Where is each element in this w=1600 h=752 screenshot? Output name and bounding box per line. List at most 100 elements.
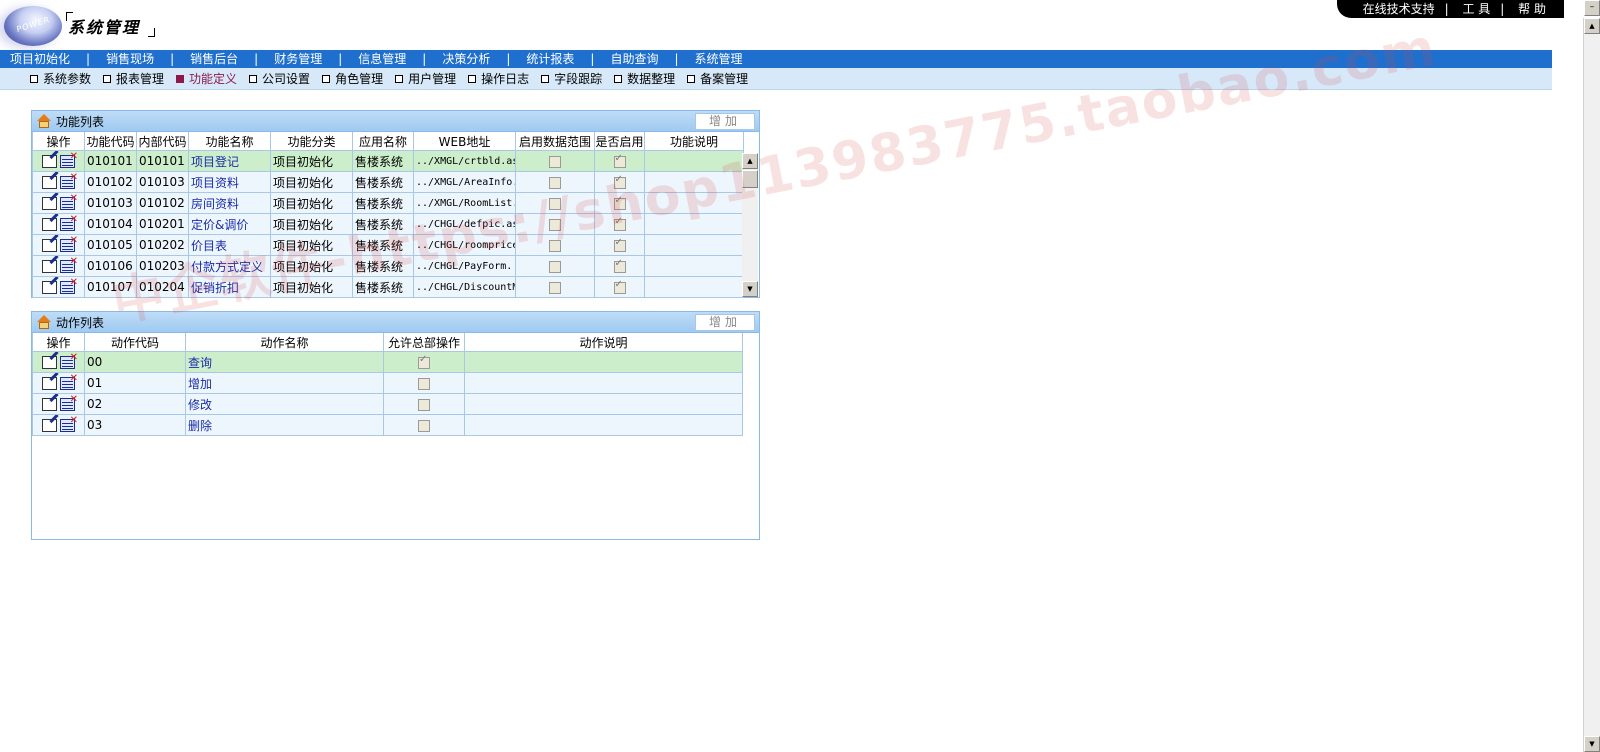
allow-hq-checkbox[interactable] <box>418 398 430 411</box>
sub-nav-item[interactable]: 字段跟踪 <box>541 70 602 87</box>
enabled-checkbox[interactable] <box>613 195 626 210</box>
edit-icon[interactable] <box>42 259 57 273</box>
table-row[interactable]: 010102010103项目资料 项目初始化售楼系统../XMGL/AreaInf… <box>32 171 744 193</box>
table-row[interactable]: 02修改 <box>32 393 743 415</box>
add-action-button[interactable]: 增加 <box>695 314 755 331</box>
action-name-link[interactable]: 查询 <box>188 356 212 370</box>
function-name-cell: 项目登记 <box>188 150 271 172</box>
scroll-down-arrow-icon[interactable]: ▼ <box>1584 736 1600 752</box>
function-scroll-down-icon[interactable]: ▼ <box>742 281 758 297</box>
data-range-checkbox[interactable] <box>549 239 561 252</box>
function-name-link[interactable]: 付款方式定义 <box>191 260 263 274</box>
function-table-scrollbar[interactable]: ▲ ▼ <box>742 153 758 297</box>
sub-nav-item[interactable]: 数据整理 <box>614 70 675 87</box>
edit-icon[interactable] <box>42 280 57 294</box>
delete-icon[interactable] <box>60 215 78 231</box>
function-name-link[interactable]: 项目资料 <box>191 176 239 190</box>
delete-icon[interactable] <box>60 278 78 294</box>
main-nav-item[interactable]: 统计报表 <box>516 50 584 68</box>
table-row[interactable]: 010106010203付款方式定义项目初始化售楼系统../CHGL/PayFo… <box>32 255 744 277</box>
tools-link[interactable]: 工 具 <box>1462 2 1490 16</box>
table-row[interactable]: 010105010202价目表 项目初始化售楼系统../CHGL/roompric… <box>32 234 744 256</box>
main-nav-item[interactable]: 决策分析 <box>432 50 500 68</box>
scroll-up-arrow-icon[interactable]: ▲ <box>1584 18 1600 34</box>
edit-icon[interactable] <box>42 418 57 432</box>
edit-icon[interactable] <box>42 196 57 210</box>
delete-icon[interactable] <box>60 395 78 411</box>
delete-icon[interactable] <box>60 257 78 273</box>
square-bullet-icon <box>687 74 696 83</box>
table-row[interactable]: 010104010201定价&调价 项目初始化售楼系统../CHGL/defpic… <box>32 213 744 235</box>
delete-icon[interactable] <box>60 152 78 168</box>
enabled-checkbox[interactable] <box>613 153 626 168</box>
function-name-link[interactable]: 价目表 <box>191 239 227 253</box>
sub-nav-item[interactable]: 操作日志 <box>468 70 529 87</box>
function-name-link[interactable]: 定价&调价 <box>191 218 248 232</box>
sub-nav-item[interactable]: 用户管理 <box>395 70 456 87</box>
data-range-checkbox[interactable] <box>549 260 561 273</box>
main-nav-item[interactable]: 财务管理 <box>264 50 332 68</box>
delete-icon[interactable] <box>60 374 78 390</box>
function-code: 010101 <box>84 150 137 172</box>
sub-nav-item[interactable]: 角色管理 <box>322 70 383 87</box>
function-scroll-up-icon[interactable]: ▲ <box>742 153 758 169</box>
delete-icon[interactable] <box>60 194 78 210</box>
enabled-checkbox[interactable] <box>613 279 626 294</box>
data-range-checkbox[interactable] <box>549 155 561 168</box>
table-row[interactable]: 03删除 <box>32 414 743 436</box>
function-name-link[interactable]: 项目登记 <box>191 155 239 169</box>
edit-icon[interactable] <box>42 154 57 168</box>
window-minimize-button[interactable]: – <box>1584 0 1600 16</box>
edit-icon[interactable] <box>42 217 57 231</box>
main-nav-item[interactable]: 信息管理 <box>348 50 416 68</box>
add-function-button[interactable]: 增加 <box>695 113 755 130</box>
sub-nav-item[interactable]: 系统参数 <box>30 70 91 87</box>
table-row[interactable]: 010107010204促销折扣 项目初始化售楼系统../CHGL/Discoun… <box>32 276 744 298</box>
delete-icon[interactable] <box>60 353 78 369</box>
data-range-checkbox[interactable] <box>549 176 561 189</box>
function-name-link[interactable]: 房间资料 <box>191 197 239 211</box>
table-row[interactable]: 010101010101项目登记项目初始化售楼系统../XMGL/crtbld.… <box>32 150 744 172</box>
main-nav-item[interactable]: 项目初始化 <box>0 50 80 68</box>
page-scrollbar[interactable]: ▲ ▼ <box>1583 18 1600 752</box>
sub-nav-item[interactable]: 报表管理 <box>103 70 164 87</box>
enabled-checkbox[interactable] <box>613 258 626 273</box>
delete-icon[interactable] <box>60 173 78 189</box>
action-name-link[interactable]: 增加 <box>188 377 212 391</box>
edit-icon[interactable] <box>42 376 57 390</box>
edit-icon[interactable] <box>42 397 57 411</box>
action-name-link[interactable]: 修改 <box>188 398 212 412</box>
allow-hq-checkbox[interactable] <box>418 377 430 390</box>
table-row[interactable]: 010103010102房间资料 项目初始化售楼系统../XMGL/RoomLis… <box>32 192 744 214</box>
main-nav-item[interactable]: 销售现场 <box>96 50 164 68</box>
data-range-checkbox[interactable] <box>549 197 561 210</box>
help-link[interactable]: 帮 助 <box>1518 2 1546 16</box>
data-range-checkbox[interactable] <box>549 281 561 294</box>
action-name-link[interactable]: 删除 <box>188 419 212 433</box>
sub-nav-item[interactable]: 功能定义 <box>176 70 237 87</box>
enabled-checkbox[interactable] <box>613 237 626 252</box>
main-nav-item[interactable]: 自助查询 <box>600 50 668 68</box>
sub-nav-item[interactable]: 备案管理 <box>687 70 748 87</box>
function-desc <box>644 192 744 214</box>
edit-icon[interactable] <box>42 175 57 189</box>
main-nav-item[interactable]: 系统管理 <box>684 50 757 68</box>
delete-icon[interactable] <box>60 236 78 252</box>
function-scroll-thumb[interactable] <box>742 170 758 188</box>
online-support-link[interactable]: 在线技术支持 <box>1363 2 1435 16</box>
table-row[interactable]: 00查询 <box>32 351 743 373</box>
delete-icon[interactable] <box>60 416 78 432</box>
allow-hq-checkbox[interactable] <box>418 354 430 369</box>
inner-code: 010102 <box>136 192 189 214</box>
data-range-checkbox[interactable] <box>549 218 561 231</box>
edit-icon[interactable] <box>42 355 57 369</box>
sub-nav-item[interactable]: 公司设置 <box>249 70 310 87</box>
table-row[interactable]: 01增加 <box>32 372 743 394</box>
nav-separator: | <box>422 52 427 66</box>
enabled-checkbox[interactable] <box>613 174 626 189</box>
enabled-checkbox[interactable] <box>613 216 626 231</box>
allow-hq-checkbox[interactable] <box>418 419 430 432</box>
main-nav-item[interactable]: 销售后台 <box>180 50 248 68</box>
function-name-link[interactable]: 促销折扣 <box>191 281 239 295</box>
edit-icon[interactable] <box>42 238 57 252</box>
